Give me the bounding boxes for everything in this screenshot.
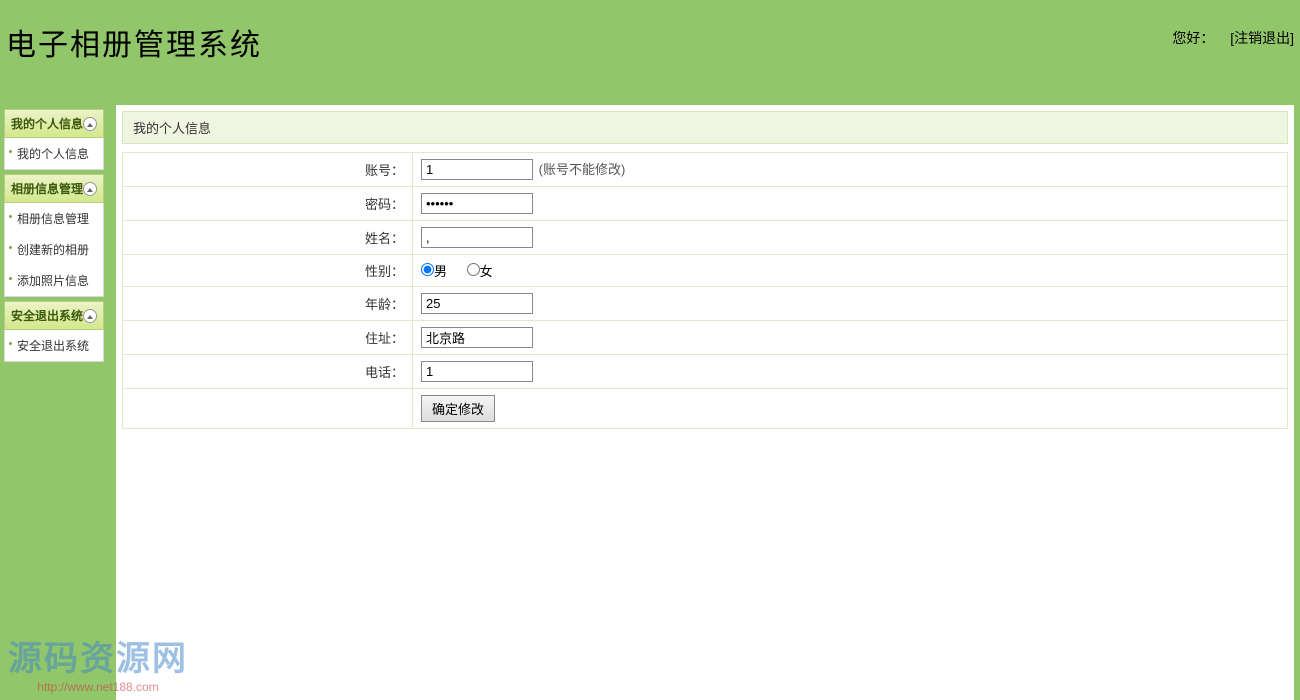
sidebar-head-label: 我的个人信息	[11, 115, 83, 132]
row-address: 住址：	[123, 321, 1288, 355]
cell-account: (账号不能修改)	[413, 153, 1288, 187]
chevron-up-icon	[83, 117, 97, 131]
label-phone: 电话：	[123, 355, 413, 389]
sidebar-item-album-manage[interactable]: 相册信息管理	[5, 203, 103, 234]
label-name: 姓名：	[123, 221, 413, 255]
label-age: 年龄：	[123, 287, 413, 321]
chevron-up-icon	[83, 309, 97, 323]
row-submit: 确定修改	[123, 389, 1288, 429]
label-address: 住址：	[123, 321, 413, 355]
sidebar-head-label: 安全退出系统	[11, 307, 83, 324]
cell-submit: 确定修改	[413, 389, 1288, 429]
sidebar-head-album[interactable]: 相册信息管理	[4, 174, 104, 203]
row-age: 年龄：	[123, 287, 1288, 321]
cell-password	[413, 187, 1288, 221]
label-account: 账号：	[123, 153, 413, 187]
cell-gender: 男 女	[413, 255, 1288, 287]
cell-address	[413, 321, 1288, 355]
row-phone: 电话：	[123, 355, 1288, 389]
label-password: 密码：	[123, 187, 413, 221]
header-right: 您好： [注销退出]	[1172, 28, 1294, 48]
sidebar-item-album-create[interactable]: 创建新的相册	[5, 234, 103, 265]
label-submit	[123, 389, 413, 429]
header: 电子相册管理系统 您好： [注销退出]	[0, 0, 1300, 105]
sidebar-group-profile: 我的个人信息 我的个人信息	[4, 109, 104, 170]
app-title: 电子相册管理系统	[6, 20, 1294, 64]
account-input[interactable]	[421, 159, 533, 180]
sidebar-item-add-photo[interactable]: 添加照片信息	[5, 265, 103, 296]
main-content: 我的个人信息 账号： (账号不能修改) 密码： 姓名：	[116, 105, 1294, 700]
row-password: 密码：	[123, 187, 1288, 221]
panel-title: 我的个人信息	[122, 111, 1288, 144]
label-gender: 性别：	[123, 255, 413, 287]
profile-form-table: 账号： (账号不能修改) 密码： 姓名：	[122, 152, 1288, 429]
gender-female-label[interactable]: 女	[467, 264, 493, 279]
row-name: 姓名：	[123, 221, 1288, 255]
sidebar-group-exit: 安全退出系统 安全退出系统	[4, 301, 104, 362]
gender-female-radio[interactable]	[467, 263, 480, 276]
name-input[interactable]	[421, 227, 533, 248]
password-input[interactable]	[421, 193, 533, 214]
row-account: 账号： (账号不能修改)	[123, 153, 1288, 187]
gender-male-text: 男	[434, 264, 447, 279]
account-note: (账号不能修改)	[539, 162, 626, 177]
gender-male-radio[interactable]	[421, 263, 434, 276]
greeting-text: 您好：	[1172, 30, 1214, 46]
logout-link[interactable]: [注销退出]	[1230, 30, 1294, 46]
cell-phone	[413, 355, 1288, 389]
sidebar-item-exit[interactable]: 安全退出系统	[5, 330, 103, 361]
chevron-up-icon	[83, 182, 97, 196]
sidebar-items-album: 相册信息管理 创建新的相册 添加照片信息	[4, 203, 104, 297]
age-input[interactable]	[421, 293, 533, 314]
sidebar-group-album: 相册信息管理 相册信息管理 创建新的相册 添加照片信息	[4, 174, 104, 297]
body-wrap: 我的个人信息 我的个人信息 相册信息管理 相册信息管理 创建新的相册 添加照片信…	[0, 105, 1300, 700]
sidebar: 我的个人信息 我的个人信息 相册信息管理 相册信息管理 创建新的相册 添加照片信…	[0, 105, 108, 700]
sidebar-items-exit: 安全退出系统	[4, 330, 104, 362]
gender-male-label[interactable]: 男	[421, 264, 447, 279]
cell-age	[413, 287, 1288, 321]
address-input[interactable]	[421, 327, 533, 348]
cell-name	[413, 221, 1288, 255]
row-gender: 性别： 男 女	[123, 255, 1288, 287]
submit-button[interactable]: 确定修改	[421, 395, 495, 422]
gender-female-text: 女	[480, 264, 493, 279]
sidebar-head-exit[interactable]: 安全退出系统	[4, 301, 104, 330]
profile-panel: 我的个人信息 账号： (账号不能修改) 密码： 姓名：	[122, 111, 1288, 429]
phone-input[interactable]	[421, 361, 533, 382]
sidebar-item-my-profile[interactable]: 我的个人信息	[5, 138, 103, 169]
sidebar-head-label: 相册信息管理	[11, 180, 83, 197]
sidebar-items-profile: 我的个人信息	[4, 138, 104, 170]
sidebar-head-profile[interactable]: 我的个人信息	[4, 109, 104, 138]
